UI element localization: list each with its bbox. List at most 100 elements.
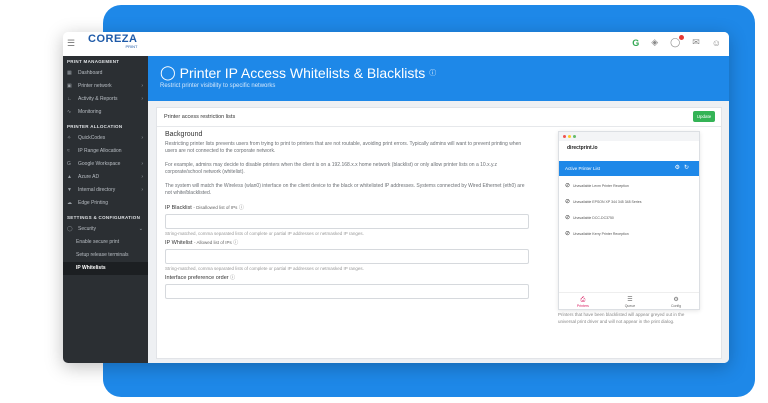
phone-preview: directprint.io Active Printer List ⚙↻ ⊘ U… — [558, 131, 700, 310]
sidebar-item-edge-printing[interactable]: ☁ Edge Printing — [63, 197, 148, 210]
chart-icon: ∟ — [67, 96, 72, 102]
chevron-down-icon: ⌄ — [138, 226, 143, 232]
brand-sub: PRINT — [125, 44, 138, 49]
mail-icon[interactable]: ✉ — [692, 37, 700, 48]
alert-badge — [679, 35, 685, 40]
info-icon[interactable]: ⓘ — [429, 68, 436, 78]
whitelist-label: IP Whitelist - Allowed list of IPs ⓘ — [165, 239, 530, 246]
sidebar-item-printer-network[interactable]: ▣ Printer network › — [63, 80, 148, 93]
top-icons: G ◈ ◯ ✉ ☺ — [632, 35, 721, 48]
update-button[interactable]: Update — [693, 111, 715, 122]
background-paragraph: The system will match the Wireless (wlan… — [165, 183, 525, 196]
sidebar-item-label: Internal directory — [78, 187, 116, 193]
sidebar-item-enable-secure-print[interactable]: Enable secure print — [63, 236, 148, 249]
sidebar-item-activity-reports[interactable]: ∟ Activity & Reports › — [63, 93, 148, 106]
sidebar-item-label: Printer network — [78, 83, 112, 89]
page-title-row: ◯ Printer IP Access Whitelists & Blackli… — [160, 64, 436, 81]
gear-icon: ⚙ — [673, 296, 679, 303]
blocked-icon: ⊘ — [565, 215, 571, 221]
google-icon[interactable]: G — [632, 38, 639, 48]
sidebar-item-internal-directory[interactable]: ▼ Internal directory › — [63, 184, 148, 197]
printer-name: Unavailable EPSON XP 344 345 348 Series — [573, 199, 642, 204]
blacklist-label-small: - Disallowed list of IPs — [193, 205, 238, 210]
blocked-icon: ⊘ — [565, 199, 571, 205]
sidebar-section-title: PRINTER ALLOCATION — [67, 124, 123, 129]
sidebar-item-azure-ad[interactable]: ▲ Azure AD › — [63, 171, 148, 184]
sidebar-item-label: Enable secure print — [76, 239, 120, 245]
form-area: Background Restricting printer lists pre… — [165, 131, 530, 301]
printer-name: Unavailable DCC-DC3750 — [573, 215, 614, 220]
sidebar-item-security[interactable]: ◯ Security ⌄ — [63, 223, 148, 236]
preference-label: Interface preference order ⓘ — [165, 274, 530, 281]
menu-icon[interactable]: ☰ — [67, 38, 75, 49]
background-paragraph: Restricting printer lists prevents users… — [165, 141, 522, 154]
help-icon[interactable]: ⓘ — [239, 205, 244, 211]
sidebar-item-monitoring[interactable]: ∿ Monitoring — [63, 106, 148, 119]
pulse-icon: ∿ — [67, 109, 72, 115]
chevron-right-icon: › — [141, 161, 143, 167]
settings-refresh-icon: ⚙↻ — [674, 165, 693, 171]
help-icon[interactable]: ⓘ — [233, 240, 238, 246]
nav-label: Config — [670, 303, 682, 308]
sidebar-item-label: Google Workspace — [78, 161, 121, 167]
sidebar-item-quickcodes[interactable]: ✧ QuickCodes › — [63, 132, 148, 145]
nav-label: Queue — [624, 303, 636, 308]
sidebar-item-label: Security — [78, 226, 97, 232]
maximize-dot-icon — [573, 135, 576, 138]
close-dot-icon — [563, 135, 566, 138]
printer-item: ⊘ Unavailable EPSON XP 344 345 348 Series — [565, 198, 641, 205]
nav-config: ⚙ Config — [671, 296, 681, 308]
chevron-right-icon: › — [141, 96, 143, 102]
list-icon: ☰ — [627, 296, 633, 303]
shield-icon: ◯ — [67, 226, 73, 232]
phone-caption: Printers that have been blacklisted will… — [558, 312, 685, 324]
blacklist-label-text: IP Blacklist — [165, 205, 192, 211]
cloud-icon: ☁ — [67, 200, 72, 206]
sidebar-section-title: SETTINGS & CONFIGURATION — [67, 215, 141, 220]
blocked-icon: ⊘ — [565, 231, 571, 237]
printer-name: Unavailable Kerry Printer Reception — [573, 231, 629, 236]
sidebar-item-ip-whitelists[interactable]: IP Whitelists — [63, 262, 148, 275]
star-icon: ✧ — [67, 135, 72, 141]
pin-icon[interactable]: ◈ — [651, 37, 658, 48]
sidebar: PRINT MANAGEMENT ▦ Dashboard ▣ Printer net… — [63, 56, 148, 363]
restriction-card: Printer access restriction lists Update … — [156, 107, 722, 359]
preference-input[interactable] — [165, 284, 529, 299]
sidebar-item-label: QuickCodes — [78, 135, 106, 141]
shield-alert-icon[interactable]: ◯ — [670, 35, 685, 48]
help-icon[interactable]: ⓘ — [230, 275, 235, 281]
whitelist-input[interactable] — [165, 249, 529, 264]
whitelist-label-text: IP Whitelist — [165, 240, 193, 246]
sidebar-item-label: Azure AD — [78, 174, 100, 180]
printer-icon: ⎙ — [580, 296, 586, 303]
sidebar-item-google-workspace[interactable]: G Google Workspace › — [63, 158, 148, 171]
directprint-logo: directprint.io — [567, 145, 598, 151]
printer-name: Unavailable Lexm Printer Reception — [573, 183, 629, 188]
sidebar-item-ip-range[interactable]: ≈ IP Range Allocation — [63, 145, 148, 158]
sidebar-item-setup-release-terminals[interactable]: Setup release terminals — [63, 249, 148, 262]
blacklist-label: IP Blacklist - Disallowed list of IPs ⓘ — [165, 204, 530, 211]
nav-printers: ⎙ Printers — [577, 296, 589, 308]
whitelist-hint: String-matched, comma separated lists of… — [165, 266, 364, 271]
chevron-right-icon: › — [141, 135, 143, 141]
printer-item: ⊘ Unavailable Lexm Printer Reception — [565, 182, 629, 189]
card-header: Printer access restriction lists Update — [157, 108, 721, 127]
minimize-dot-icon — [568, 135, 571, 138]
blocked-icon: ⊘ — [565, 183, 571, 189]
whitelist-label-small: - Allowed list of IPs — [193, 240, 232, 245]
nav-label: Printers — [576, 303, 589, 308]
main-content: Printer access restriction lists Update … — [148, 101, 729, 363]
sidebar-item-dashboard[interactable]: ▦ Dashboard — [63, 67, 148, 80]
nav-queue: ☰ Queue — [625, 296, 636, 308]
sidebar-item-label: Setup release terminals — [76, 252, 129, 258]
brand-logo[interactable]: COREZA PRINT — [88, 34, 137, 49]
azure-icon: ▲ — [67, 174, 72, 180]
top-bar: ☰ COREZA PRINT G ◈ ◯ ✉ ☺ — [63, 32, 729, 57]
phone-bar-title: Active Printer List — [565, 166, 601, 171]
google-icon: G — [67, 161, 71, 167]
user-icon[interactable]: ☺ — [712, 38, 721, 48]
sidebar-item-label: Activity & Reports — [78, 96, 118, 102]
chevron-right-icon: › — [141, 83, 143, 89]
blacklist-input[interactable] — [165, 214, 529, 229]
phone-nav: ⎙ Printers ☰ Queue ⚙ Config — [559, 292, 699, 310]
